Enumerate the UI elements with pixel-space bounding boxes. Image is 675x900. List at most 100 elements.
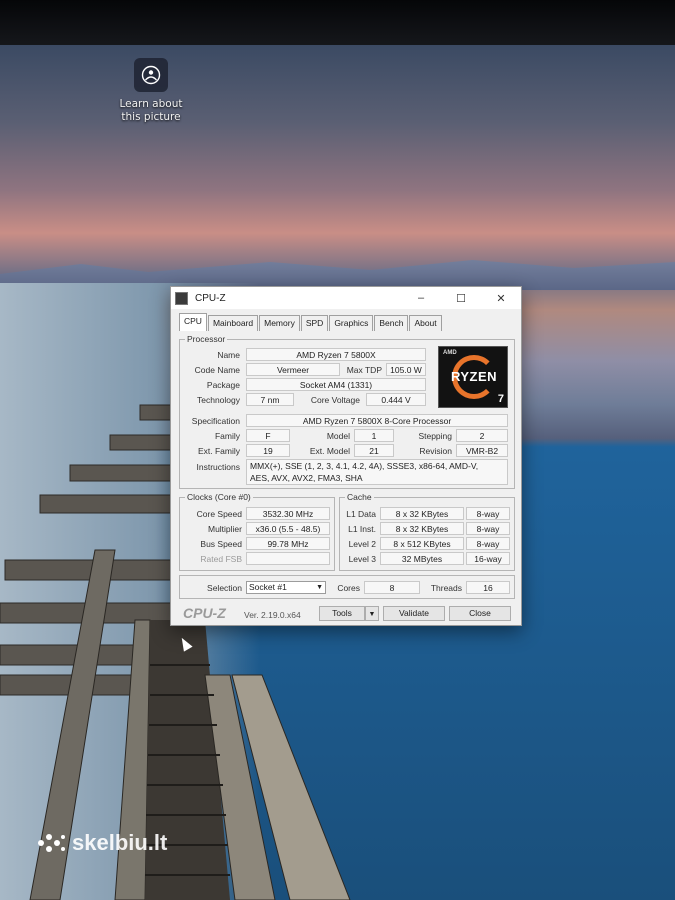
close-icon: ✕ (496, 292, 506, 305)
family-value: F (246, 429, 290, 442)
cache-level3-label: Level 3 (348, 554, 376, 564)
cache-l1-data-size: 8 x 32 KBytes (380, 507, 464, 520)
minimize-icon: – (417, 292, 425, 304)
cores-value: 8 (364, 581, 420, 594)
learn-about-picture-shortcut[interactable]: Learn about this picture (118, 58, 184, 124)
close-window-button[interactable]: ✕ (481, 287, 521, 309)
logo-ryzen-text: RYZEN (450, 369, 498, 384)
revision-label: Revision (419, 446, 452, 456)
cores-label: Cores (337, 583, 360, 593)
tools-dropdown-button[interactable]: ▼ (365, 606, 379, 621)
instructions-line-1: MMX(+), SSE (1, 2, 3, 4.1, 4.2, 4A), SSS… (250, 461, 479, 471)
maximize-button[interactable]: ☐ (441, 287, 481, 309)
multiplier-value: x36.0 (5.5 - 48.5) (246, 522, 330, 535)
watermark-text: skelbiu.lt (72, 830, 168, 855)
technology-value: 7 nm (246, 393, 294, 406)
cache-l1-inst-label: L1 Inst. (348, 524, 376, 534)
ext-family-value: 19 (246, 444, 290, 457)
tab-bar: CPU Mainboard Memory SPD Graphics Bench … (171, 309, 521, 333)
revision-value: VMR-B2 (456, 444, 508, 457)
socket-select-value: Socket #1 (249, 582, 287, 592)
cpuz-app-icon (175, 291, 188, 305)
selection-label: Selection (207, 583, 242, 593)
model-label: Model (326, 431, 350, 441)
rated-fsb-value (246, 552, 330, 565)
threads-value: 16 (466, 581, 510, 594)
tab-cpu[interactable]: CPU (179, 313, 207, 331)
cache-l1-inst-size: 8 x 32 KBytes (380, 522, 464, 535)
multiplier-label: Multiplier (207, 524, 242, 534)
maximize-icon: ☐ (456, 292, 466, 305)
logo-amd-text: AMD (443, 350, 457, 356)
validate-button-label: Validate (398, 608, 430, 618)
code-name-value: Vermeer (246, 363, 340, 376)
ext-model-label: Ext. Model (309, 446, 350, 456)
tab-about[interactable]: About (409, 315, 442, 331)
specification-value: AMD Ryzen 7 5800X 8-Core Processor (246, 414, 508, 427)
clocks-legend: Clocks (Core #0) (185, 492, 253, 502)
cache-level2-label: Level 2 (348, 539, 376, 549)
instructions-line-2: AES, AVX, AVX2, FMA3, SHA (250, 473, 363, 483)
version-text: Ver. 2.19.0.x64 (244, 610, 301, 620)
minimize-button[interactable]: – (401, 287, 441, 309)
amd-ryzen-logo: AMD RYZEN 7 (438, 346, 508, 408)
tools-button-label: Tools (332, 608, 352, 618)
core-voltage-value: 0.444 V (366, 393, 426, 406)
core-speed-value: 3532.30 MHz (246, 507, 330, 520)
model-value: 1 (354, 429, 394, 442)
chevron-down-icon: ▼ (316, 584, 323, 591)
cache-level2-size: 8 x 512 KBytes (380, 537, 464, 550)
camera-icon (134, 58, 168, 92)
bus-speed-value: 99.78 MHz (246, 537, 330, 550)
clocks-panel: Clocks (Core #0) Core Speed 3532.30 MHz … (179, 492, 335, 571)
watermark: skelbiu.lt (36, 830, 167, 856)
learn-about-label-2: this picture (121, 111, 181, 123)
code-name-label: Code Name (194, 365, 240, 375)
max-tdp-label: Max TDP (346, 365, 382, 375)
logo-tier-text: 7 (497, 393, 504, 405)
cache-level3-size: 32 MBytes (380, 552, 464, 565)
stepping-value: 2 (456, 429, 508, 442)
threads-label: Threads (430, 583, 462, 593)
core-speed-label: Core Speed (196, 509, 242, 519)
name-label: Name (217, 350, 240, 360)
cache-l1-data-label: L1 Data (346, 509, 376, 519)
instructions-label: Instructions (196, 462, 240, 472)
tab-spd[interactable]: SPD (300, 315, 329, 331)
tab-memory[interactable]: Memory (259, 315, 300, 331)
validate-button[interactable]: Validate (383, 606, 445, 621)
tab-bench[interactable]: Bench (374, 315, 409, 331)
selection-panel: Selection Socket #1 ▼ Cores 8 Threads 16 (179, 575, 515, 599)
technology-label: Technology (196, 395, 240, 405)
monitor-bezel (0, 0, 675, 45)
cache-l1-inst-assoc: 8-way (466, 522, 510, 535)
title-bar[interactable]: CPU-Z – ☐ ✕ (171, 287, 521, 309)
max-tdp-value: 105.0 W (386, 363, 426, 376)
window-title: CPU-Z (195, 292, 226, 304)
ext-model-value: 21 (354, 444, 394, 457)
bus-speed-label: Bus Speed (200, 539, 242, 549)
name-value: AMD Ryzen 7 5800X (246, 348, 426, 361)
tab-graphics[interactable]: Graphics (329, 315, 374, 331)
rated-fsb-label: Rated FSB (200, 554, 242, 564)
specification-label: Specification (191, 416, 240, 426)
cache-level3-assoc: 16-way (466, 552, 510, 565)
family-label: Family (214, 431, 240, 441)
ext-family-label: Ext. Family (197, 446, 240, 456)
close-button[interactable]: Close (449, 606, 511, 621)
package-value: Socket AM4 (1331) (246, 378, 426, 391)
tools-button[interactable]: Tools (319, 606, 365, 621)
cache-legend: Cache (345, 492, 374, 502)
package-label: Package (206, 380, 240, 390)
socket-select[interactable]: Socket #1 ▼ (246, 581, 326, 594)
stepping-label: Stepping (418, 431, 452, 441)
cache-l1-data-assoc: 8-way (466, 507, 510, 520)
processor-panel: Processor Name AMD Ryzen 7 5800X Code Na… (179, 334, 515, 489)
cache-panel: Cache L1 Data 8 x 32 KBytes 8-way L1 Ins… (339, 492, 515, 571)
tab-mainboard[interactable]: Mainboard (207, 315, 259, 331)
processor-legend: Processor (185, 334, 228, 344)
core-voltage-label: Core Voltage (310, 395, 360, 405)
watermark-dots-icon (38, 834, 65, 852)
cpuz-brand: CPU-Z (183, 605, 226, 621)
instructions-value: MMX(+), SSE (1, 2, 3, 4.1, 4.2, 4A), SSS… (246, 459, 508, 485)
